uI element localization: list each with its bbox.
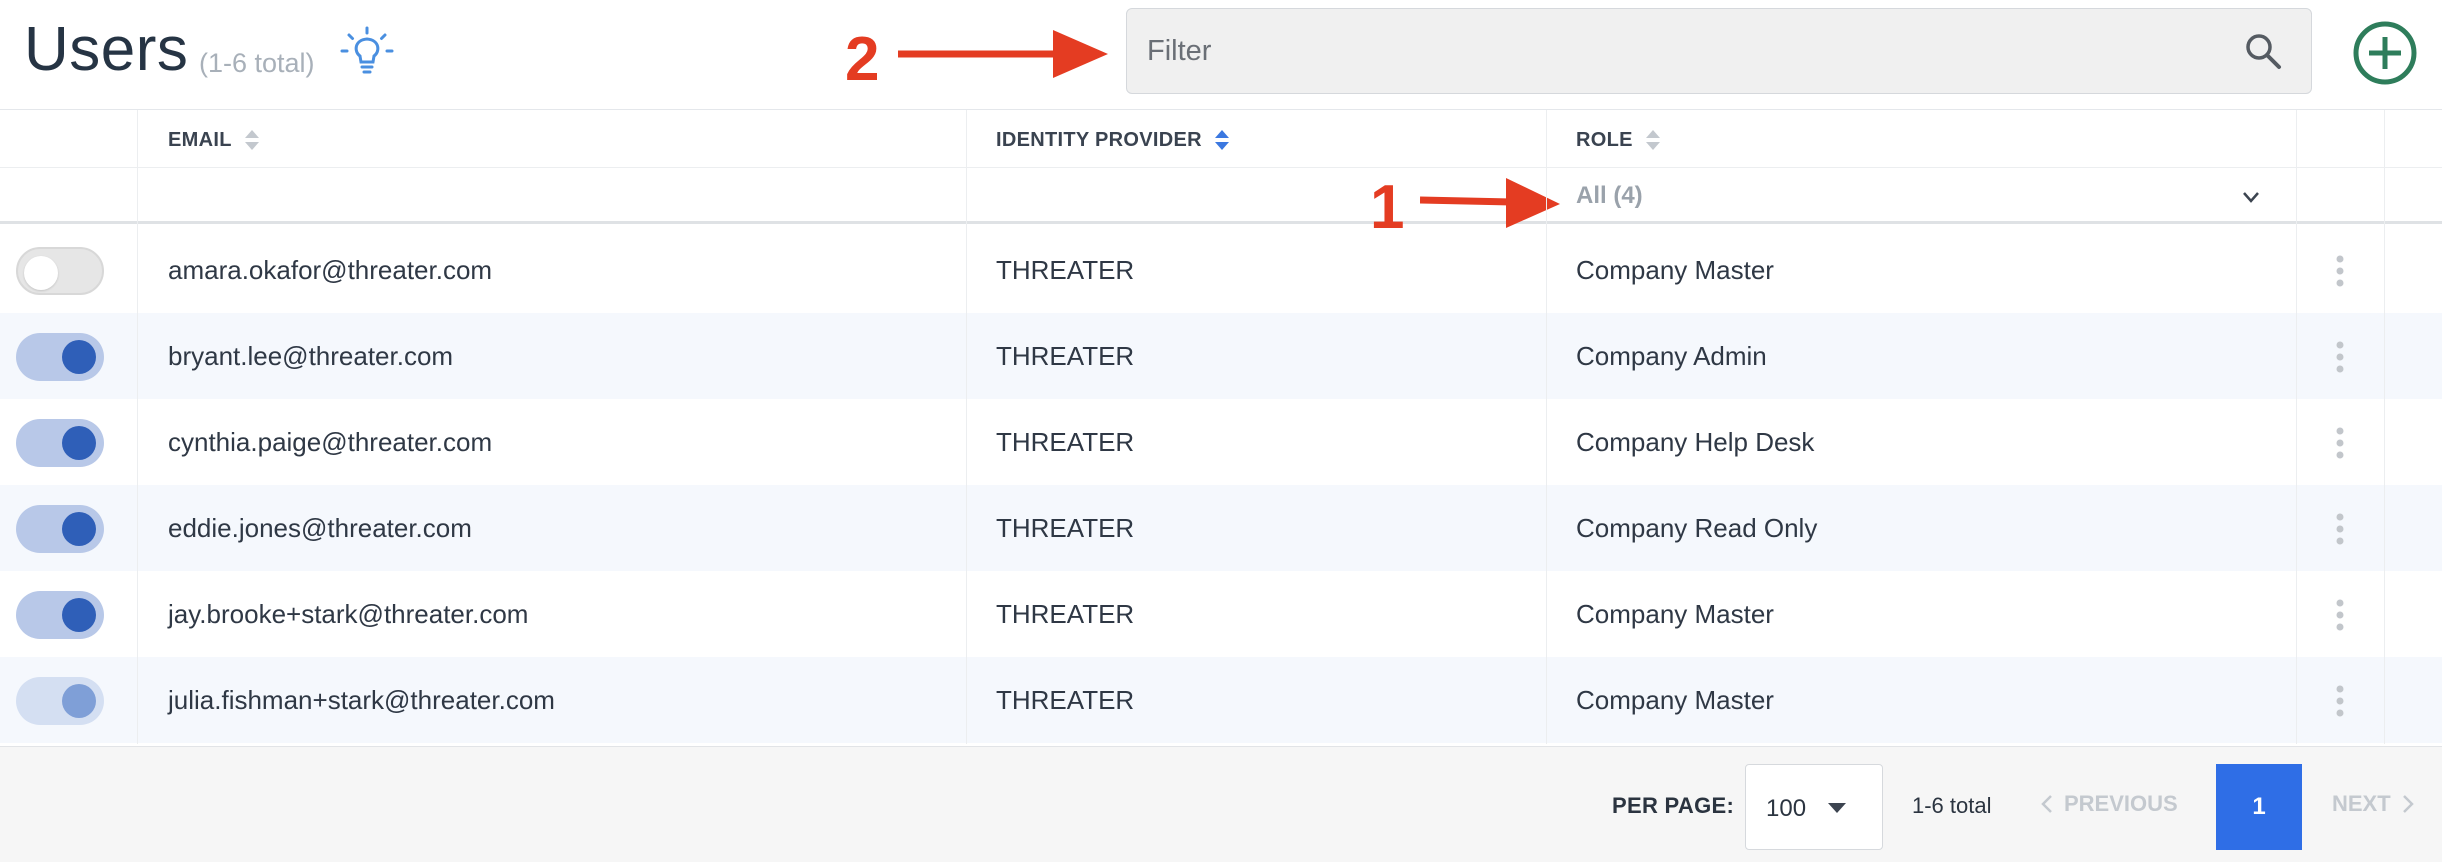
- email-cell[interactable]: cynthia.paige@threater.com: [168, 399, 492, 485]
- table-row: cynthia.paige@threater.com THREATER Compan…: [0, 399, 2442, 485]
- role-cell: Company Read Only: [1576, 512, 1818, 543]
- identity-provider-cell: THREATER: [996, 340, 1135, 371]
- kebab-menu-icon[interactable]: [2328, 425, 2352, 461]
- table-row: eddie.jones@threater.com THREATER Company …: [0, 485, 2442, 571]
- chevron-down-icon: [2243, 192, 2259, 203]
- column-divider: [2384, 110, 2385, 744]
- filter-input[interactable]: [1147, 9, 2227, 93]
- annotation-arrow-icon: [1420, 178, 1560, 228]
- column-header-email[interactable]: EMAIL: [168, 128, 260, 152]
- page-header: Users (1-6 total) 2: [0, 0, 2442, 110]
- user-enabled-toggle[interactable]: [16, 419, 104, 467]
- role-cell: Company Master: [1576, 254, 1774, 285]
- table-row: jay.brooke+stark@threater.com THREATER Com…: [0, 571, 2442, 657]
- user-enabled-toggle[interactable]: [16, 677, 104, 725]
- email-cell[interactable]: amara.okafor@threater.com: [168, 227, 492, 313]
- chevron-right-icon: [2402, 795, 2414, 813]
- kebab-menu-icon[interactable]: [2328, 683, 2352, 719]
- identity-provider-cell: THREATER: [996, 684, 1135, 715]
- next-page-button[interactable]: NEXT: [2332, 791, 2415, 817]
- caret-down-icon: [1828, 803, 1846, 813]
- table-row: amara.okafor@threater.com THREATER Company…: [0, 227, 2442, 313]
- column-header-label: EMAIL: [168, 128, 232, 151]
- next-label: NEXT: [2332, 791, 2391, 816]
- user-enabled-toggle[interactable]: [16, 333, 104, 381]
- role-filter-dropdown[interactable]: All (4): [1546, 168, 2286, 224]
- pagination-footer: PER PAGE: 100 1-6 total PREVIOUS 1 NEXT: [0, 746, 2442, 862]
- chevron-left-icon: [2041, 795, 2052, 813]
- email-cell[interactable]: bryant.lee@threater.com: [168, 313, 453, 399]
- role-cell: Company Master: [1576, 684, 1774, 715]
- role-cell: Company Help Desk: [1576, 426, 1815, 457]
- user-enabled-toggle[interactable]: [16, 591, 104, 639]
- lightbulb-icon[interactable]: [340, 26, 394, 80]
- user-enabled-toggle[interactable]: [16, 505, 104, 553]
- identity-provider-cell: THREATER: [996, 254, 1135, 285]
- add-user-button[interactable]: [2352, 20, 2418, 86]
- column-header-identity-provider[interactable]: IDENTITY PROVIDER: [996, 128, 1230, 152]
- email-cell[interactable]: jay.brooke+stark@threater.com: [168, 571, 528, 657]
- toggle-knob: [24, 256, 58, 290]
- per-page-label: PER PAGE:: [1612, 793, 1735, 818]
- sort-icon[interactable]: [1214, 128, 1230, 152]
- toggle-knob: [62, 512, 96, 546]
- column-header-label: IDENTITY PROVIDER: [996, 128, 1202, 151]
- identity-provider-cell: THREATER: [996, 598, 1135, 629]
- kebab-menu-icon[interactable]: [2328, 339, 2352, 375]
- kebab-menu-icon[interactable]: [2328, 597, 2352, 633]
- filter-box: [1126, 8, 2312, 94]
- column-header-label: ROLE: [1576, 128, 1633, 151]
- kebab-menu-icon[interactable]: [2328, 253, 2352, 289]
- email-cell[interactable]: eddie.jones@threater.com: [168, 485, 472, 571]
- per-page-value: 100: [1766, 795, 1807, 822]
- column-header-role[interactable]: ROLE: [1576, 128, 1661, 152]
- page-title: Users: [24, 15, 189, 84]
- table-header-row: EMAIL IDENTITY PROVIDER ROLE: [0, 110, 2442, 168]
- table-row: julia.fishman+stark@threater.com THREATER…: [0, 657, 2442, 743]
- previous-label: PREVIOUS: [2064, 791, 2178, 816]
- page-1-button[interactable]: 1: [2216, 764, 2302, 850]
- per-page-select[interactable]: 100: [1745, 764, 1883, 850]
- toggle-knob: [62, 340, 96, 374]
- toggle-knob: [62, 598, 96, 632]
- role-cell: Company Master: [1576, 598, 1774, 629]
- user-count: (1-6 total): [199, 48, 315, 78]
- column-divider: [137, 110, 138, 744]
- previous-page-button[interactable]: PREVIOUS: [2040, 791, 2178, 817]
- kebab-menu-icon[interactable]: [2328, 511, 2352, 547]
- sort-icon[interactable]: [244, 128, 260, 152]
- search-icon[interactable]: [2243, 31, 2283, 71]
- toggle-knob: [62, 684, 96, 718]
- column-divider: [1546, 110, 1547, 744]
- annotation-arrow-icon: [898, 30, 1108, 78]
- annotation-number-2: 2: [845, 25, 880, 94]
- identity-provider-cell: THREATER: [996, 512, 1135, 543]
- identity-provider-cell: THREATER: [996, 426, 1135, 457]
- column-divider: [966, 110, 967, 744]
- role-filter-value: All (4): [1576, 182, 1643, 209]
- toggle-knob: [62, 426, 96, 460]
- email-cell[interactable]: julia.fishman+stark@threater.com: [168, 657, 555, 743]
- table-row: bryant.lee@threater.com THREATER Company A…: [0, 313, 2442, 399]
- role-cell: Company Admin: [1576, 340, 1767, 371]
- user-enabled-toggle[interactable]: [16, 247, 104, 295]
- sort-icon[interactable]: [1645, 128, 1661, 152]
- total-count: 1-6 total: [1912, 793, 1992, 818]
- column-divider: [2296, 110, 2297, 744]
